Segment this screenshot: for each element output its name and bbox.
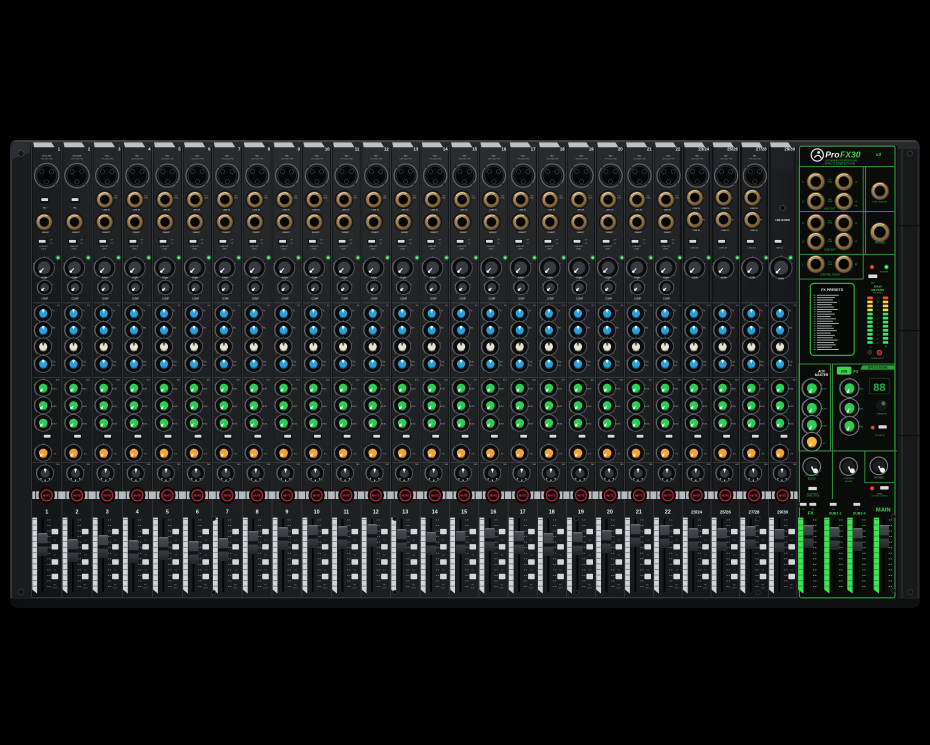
svg-text:MON1: MON1 (858, 389, 863, 391)
svg-text:17: 17 (520, 510, 526, 516)
svg-text:SUB OUT: SUB OUT (824, 249, 836, 252)
svg-text:SUB3-4: SUB3-4 (853, 511, 866, 515)
svg-text:18: 18 (560, 146, 565, 151)
svg-text:GAIN: GAIN (778, 278, 784, 281)
svg-text:4: 4 (136, 510, 139, 516)
svg-text:30-CHANNEL PROFESSIONAL: 30-CHANNEL PROFESSIONAL (825, 159, 858, 162)
svg-text:LOW: LOW (789, 361, 793, 363)
svg-text:MON2: MON2 (822, 408, 827, 410)
svg-text:MON3: MON3 (822, 425, 827, 427)
svg-text:MON(1/2/3)/FX(1/2): MON(1/2/3)/FX(1/2) (805, 475, 819, 477)
svg-text:MON3: MON3 (858, 426, 863, 428)
svg-text:MON2: MON2 (858, 408, 863, 410)
svg-text:13: 13 (402, 510, 408, 516)
svg-text:27/28: 27/28 (749, 510, 761, 515)
svg-text:16: 16 (502, 146, 507, 151)
svg-text:1: 1 (45, 510, 48, 516)
svg-text:13: 13 (414, 146, 419, 151)
svg-text:27/28: 27/28 (756, 146, 767, 151)
svg-text:1-2: 1-2 (802, 509, 805, 511)
svg-text:3: 3 (106, 510, 109, 516)
svg-text:CONTROL ROOM: CONTROL ROOM (806, 495, 820, 497)
svg-text:FX: FX (853, 369, 859, 374)
svg-text:19: 19 (589, 146, 594, 151)
svg-text:MAIN: MAIN (876, 508, 891, 514)
svg-text:10: 10 (314, 510, 320, 516)
svg-text:7: 7 (226, 510, 229, 516)
svg-text:BLEND: BLEND (808, 478, 816, 480)
svg-text:MASTER: MASTER (815, 373, 829, 377)
svg-text:MON3: MON3 (788, 423, 793, 425)
svg-text:22: 22 (676, 146, 681, 151)
svg-text:PRESETS: PRESETS (877, 413, 887, 415)
svg-text:23/24: 23/24 (691, 510, 703, 515)
svg-text:88: 88 (873, 382, 885, 394)
svg-text:MON(PHONES): MON(PHONES) (807, 493, 819, 495)
svg-text:9: 9 (285, 510, 288, 516)
svg-text:12: 12 (384, 146, 389, 151)
svg-text:8: 8 (256, 510, 259, 516)
svg-text:METERS: METERS (871, 288, 884, 292)
svg-text:↓: ↓ (773, 436, 774, 439)
svg-text:15: 15 (461, 510, 467, 516)
svg-text:LINE IN 29/30: LINE IN 29/30 (775, 220, 790, 222)
svg-text:Pro: Pro (825, 150, 839, 160)
svg-text:EFFECTS MIXER WITH USB: EFFECTS MIXER WITH USB (825, 164, 856, 166)
svg-text:22: 22 (665, 510, 671, 516)
svg-text:PHONES: PHONES (875, 242, 886, 245)
svg-text:EFFECTS ENGINE: EFFECTS ENGINE (868, 368, 888, 370)
svg-text:GIG: GIG (841, 370, 848, 374)
svg-text:15: 15 (472, 146, 477, 151)
svg-text:FX MUTE: FX MUTE (875, 435, 885, 437)
svg-text:v3: v3 (876, 152, 882, 157)
svg-text:23/24: 23/24 (698, 146, 709, 151)
svg-text:12: 12 (373, 510, 379, 516)
svg-text:17: 17 (531, 146, 536, 151)
svg-text:FX: FX (808, 511, 815, 516)
svg-text:POWER: POWER (880, 272, 889, 274)
svg-text:10: 10 (325, 146, 330, 151)
svg-text:29/30: 29/30 (777, 510, 789, 515)
svg-text:FX30: FX30 (840, 150, 861, 160)
svg-text:2: 2 (76, 510, 79, 516)
svg-text:11: 11 (343, 510, 349, 516)
svg-text:MON1: MON1 (788, 388, 793, 390)
svg-text:21: 21 (636, 510, 642, 516)
svg-text:SUB1-2: SUB1-2 (829, 511, 842, 515)
svg-text:R: R (855, 262, 857, 266)
svg-text:ROOM: ROOM (845, 481, 852, 483)
svg-text:16: 16 (490, 510, 496, 516)
svg-text:29/30: 29/30 (784, 146, 795, 151)
svg-text:CONTROL: CONTROL (843, 478, 854, 480)
svg-text:MON1: MON1 (822, 389, 827, 391)
svg-text:FX PRESETS: FX PRESETS (821, 288, 843, 292)
svg-text:MON2: MON2 (788, 406, 793, 408)
svg-text:5: 5 (166, 510, 169, 516)
svg-text:20: 20 (618, 146, 623, 151)
svg-text:25/26: 25/26 (727, 146, 738, 151)
svg-text:21: 21 (647, 146, 652, 151)
svg-text:25/26: 25/26 (720, 510, 732, 515)
svg-text:20: 20 (607, 510, 613, 516)
svg-text:14: 14 (432, 510, 438, 516)
svg-text:USB 3-4: USB 3-4 (776, 247, 783, 249)
svg-text:80Hz: 80Hz (789, 365, 793, 367)
svg-text:FOOT SWITCH: FOOT SWITCH (873, 201, 888, 203)
svg-text:11: 11 (355, 146, 360, 151)
svg-text:18: 18 (549, 510, 555, 516)
svg-text:RUDE SOLO: RUDE SOLO (872, 358, 885, 360)
svg-text:14: 14 (443, 146, 448, 151)
svg-text:19: 19 (578, 510, 584, 516)
svg-text:6: 6 (196, 510, 199, 516)
svg-text:CONTROL ROOM: CONTROL ROOM (820, 274, 840, 277)
svg-text:PHONES: PHONES (874, 477, 884, 479)
svg-text:R: R (885, 345, 887, 349)
svg-text:AUX OUT: AUX OUT (824, 207, 836, 210)
